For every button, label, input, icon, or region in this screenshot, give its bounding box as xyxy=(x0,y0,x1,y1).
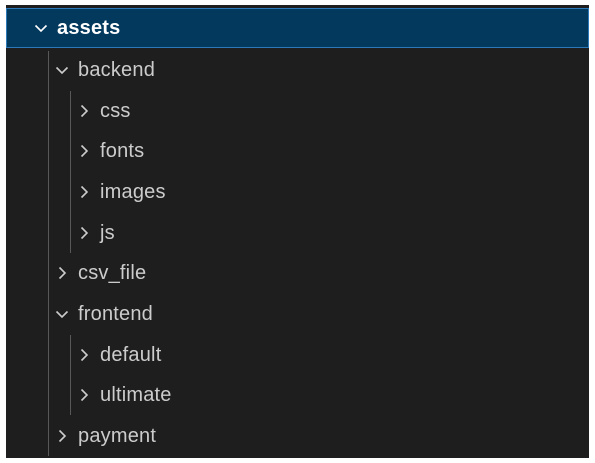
folder-tree: assets backend css fonts images js csv_f… xyxy=(6,5,589,458)
tree-item-frontend[interactable]: frontend xyxy=(6,294,589,334)
tree-item-label: fonts xyxy=(100,139,145,162)
tree-item-fonts[interactable]: fonts xyxy=(6,131,589,171)
tree-item-label: js xyxy=(100,221,115,244)
tree-item-default[interactable]: default xyxy=(6,335,589,375)
tree-item-images[interactable]: images xyxy=(6,172,589,212)
chevron-down-icon[interactable] xyxy=(33,20,49,36)
chevron-right-icon[interactable] xyxy=(54,428,70,444)
chevron-down-icon[interactable] xyxy=(54,306,70,322)
tree-item-label: default xyxy=(100,343,162,366)
tree-item-csv-file[interactable]: csv_file xyxy=(6,253,589,293)
chevron-right-icon[interactable] xyxy=(76,184,92,200)
tree-item-js[interactable]: js xyxy=(6,213,589,253)
chevron-right-icon[interactable] xyxy=(76,143,92,159)
tree-item-label: images xyxy=(100,180,166,203)
chevron-right-icon[interactable] xyxy=(76,225,92,241)
tree-item-label: ultimate xyxy=(100,383,172,406)
tree-item-label: csv_file xyxy=(78,261,147,284)
tree-item-payment[interactable]: payment xyxy=(6,416,589,456)
tree-item-label: assets xyxy=(57,16,121,39)
tree-item-label: frontend xyxy=(78,302,153,325)
chevron-right-icon[interactable] xyxy=(76,347,92,363)
chevron-right-icon[interactable] xyxy=(76,103,92,119)
chevron-right-icon[interactable] xyxy=(54,265,70,281)
chevron-down-icon[interactable] xyxy=(54,62,70,78)
chevron-right-icon[interactable] xyxy=(76,387,92,403)
tree-item-css[interactable]: css xyxy=(6,91,589,131)
tree-item-label: backend xyxy=(78,58,156,81)
tree-item-label: payment xyxy=(78,424,157,447)
tree-item-label: css xyxy=(100,99,131,122)
tree-item-ultimate[interactable]: ultimate xyxy=(6,375,589,415)
tree-item-assets[interactable]: assets xyxy=(6,8,589,48)
file-explorer-panel: assets backend css fonts images js csv_f… xyxy=(6,5,589,458)
tree-item-backend[interactable]: backend xyxy=(6,50,589,90)
